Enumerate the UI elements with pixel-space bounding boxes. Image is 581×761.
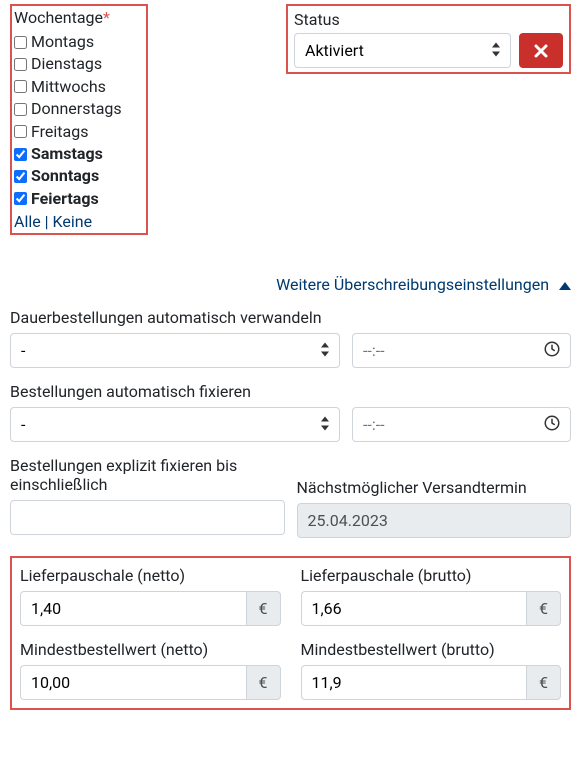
- weekday-row: Donnerstags: [14, 98, 142, 120]
- weekday-checkbox[interactable]: [14, 36, 27, 49]
- auto-convert-group: Dauerbestellungen automatisch verwandeln…: [10, 308, 571, 368]
- fix-until-input[interactable]: [10, 500, 285, 535]
- weekday-checkbox[interactable]: [14, 80, 27, 93]
- auto-fix-label: Bestellungen automatisch fixieren: [10, 382, 571, 401]
- weekday-label: Dienstags: [31, 53, 102, 75]
- currency-label: €: [526, 665, 561, 700]
- weekday-row: Freitags: [14, 121, 142, 143]
- weekday-checkbox[interactable]: [14, 58, 27, 71]
- weekday-label: Sonntags: [31, 165, 99, 187]
- flat-net-group: Lieferpauschale (netto) €: [20, 566, 281, 626]
- flat-net-input[interactable]: [20, 591, 246, 626]
- caret-up-icon: [559, 282, 571, 290]
- next-ship-input: [297, 503, 572, 538]
- delete-button[interactable]: [519, 33, 563, 68]
- weekday-label: Samstags: [31, 143, 103, 165]
- weekdays-section: Wochentage* MontagsDienstagsMittwochsDon…: [10, 4, 148, 235]
- next-ship-group: Nächstmöglicher Versandtermin: [297, 456, 572, 538]
- weekday-checkbox[interactable]: [14, 170, 27, 183]
- auto-fix-time[interactable]: [352, 407, 571, 442]
- weekday-none-link[interactable]: Keine: [53, 212, 93, 231]
- weekday-all-link[interactable]: Alle: [14, 212, 41, 231]
- weekday-label: Donnerstags: [31, 98, 122, 120]
- weekday-row: Dienstags: [14, 53, 142, 75]
- weekday-checkbox[interactable]: [14, 192, 27, 205]
- min-gross-group: Mindestbestellwert (brutto) €: [301, 640, 562, 700]
- min-net-label: Mindestbestellwert (netto): [20, 640, 281, 659]
- weekdays-label: Wochentage*: [14, 8, 142, 27]
- weekday-label: Mittwochs: [31, 76, 106, 98]
- auto-fix-select[interactable]: -: [10, 407, 340, 442]
- auto-convert-select[interactable]: -: [10, 333, 340, 368]
- auto-convert-label: Dauerbestellungen automatisch verwandeln: [10, 308, 571, 327]
- weekday-label: Montags: [31, 31, 94, 53]
- weekday-row: Feiertags: [14, 188, 142, 210]
- auto-fix-group: Bestellungen automatisch fixieren -: [10, 382, 571, 442]
- min-gross-label: Mindestbestellwert (brutto): [301, 640, 562, 659]
- fees-section: Lieferpauschale (netto) € Lieferpauschal…: [10, 556, 571, 710]
- next-ship-label: Nächstmöglicher Versandtermin: [297, 478, 572, 497]
- currency-label: €: [246, 591, 281, 626]
- weekday-label: Feiertags: [31, 188, 99, 210]
- flat-gross-group: Lieferpauschale (brutto) €: [301, 566, 562, 626]
- weekday-row: Montags: [14, 31, 142, 53]
- status-label: Status: [294, 10, 563, 29]
- status-select[interactable]: Aktiviert: [294, 33, 511, 68]
- fix-until-group: Bestellungen explizit fixieren bis einsc…: [10, 456, 285, 538]
- weekday-checkbox[interactable]: [14, 125, 27, 138]
- weekday-checkbox[interactable]: [14, 148, 27, 161]
- auto-convert-time[interactable]: [352, 333, 571, 368]
- status-section: Status Aktiviert: [286, 4, 571, 74]
- min-net-input[interactable]: [20, 665, 246, 700]
- currency-label: €: [246, 665, 281, 700]
- weekday-label: Freitags: [31, 121, 88, 143]
- weekday-select-links: Alle | Keine: [14, 212, 142, 231]
- min-net-group: Mindestbestellwert (netto) €: [20, 640, 281, 700]
- flat-gross-input[interactable]: [301, 591, 527, 626]
- close-icon: [533, 43, 549, 59]
- currency-label: €: [526, 591, 561, 626]
- weekday-checkbox[interactable]: [14, 103, 27, 116]
- weekday-row: Samstags: [14, 143, 142, 165]
- fix-until-label: Bestellungen explizit fixieren bis einsc…: [10, 456, 285, 494]
- weekday-row: Mittwochs: [14, 76, 142, 98]
- min-gross-input[interactable]: [301, 665, 527, 700]
- weekday-row: Sonntags: [14, 165, 142, 187]
- more-settings-toggle[interactable]: Weitere Überschreibungseinstellungen: [10, 275, 571, 294]
- flat-net-label: Lieferpauschale (netto): [20, 566, 281, 585]
- flat-gross-label: Lieferpauschale (brutto): [301, 566, 562, 585]
